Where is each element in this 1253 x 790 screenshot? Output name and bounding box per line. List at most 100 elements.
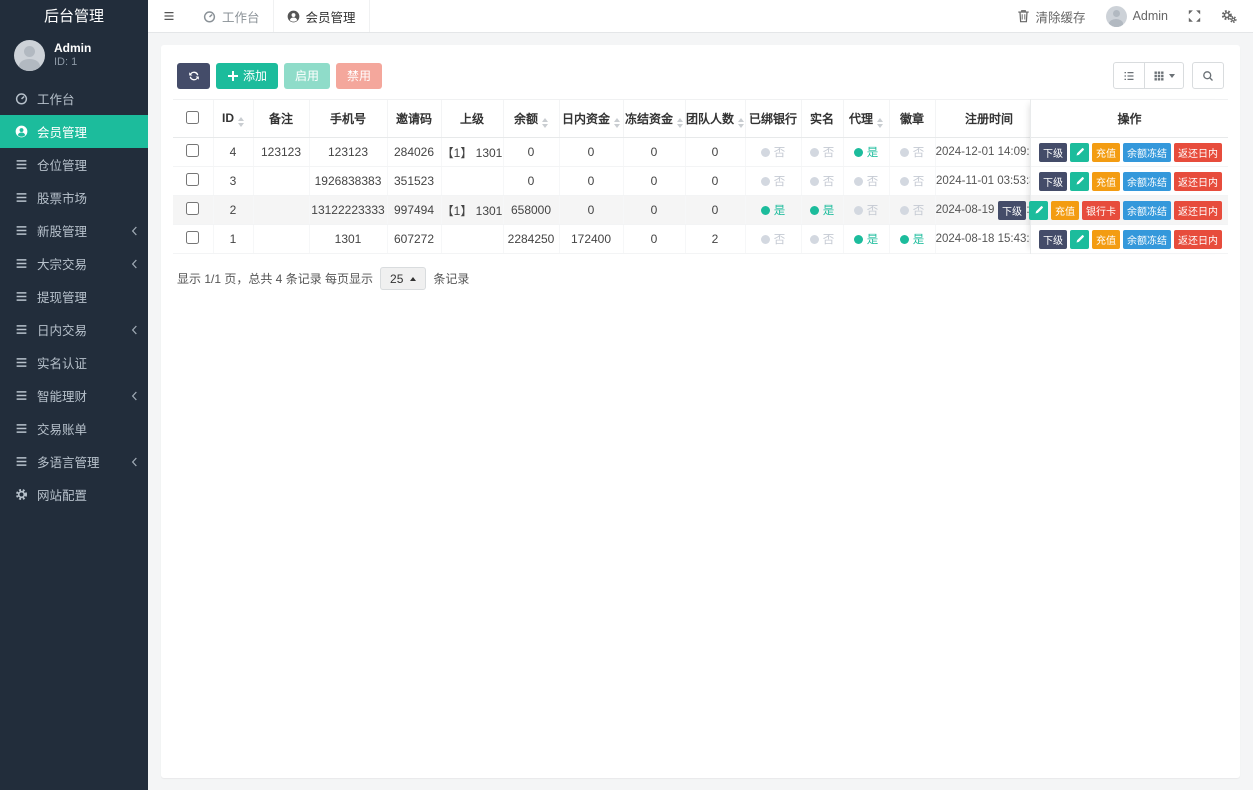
cell-intraday: 172400	[559, 225, 623, 254]
subordinate-button[interactable]: 下级	[1039, 230, 1067, 249]
sidebar-item-multilanguage[interactable]: 多语言管理	[0, 445, 148, 478]
sort-icon[interactable]	[877, 118, 883, 128]
columns-button[interactable]	[1144, 62, 1184, 89]
sort-icon[interactable]	[677, 118, 683, 128]
return-intraday-button[interactable]: 返还日内	[1174, 143, 1222, 162]
disable-button[interactable]: 禁用	[336, 63, 382, 89]
return-intraday-button[interactable]: 返还日内	[1174, 230, 1222, 249]
sidebar-item-stock-market[interactable]: 股票市场	[0, 181, 148, 214]
edit-button[interactable]	[1029, 201, 1048, 220]
sidebar-item-smart-finance[interactable]: 智能理财	[0, 379, 148, 412]
list-icon	[14, 356, 29, 370]
sort-icon[interactable]	[738, 118, 744, 128]
sidebar-item-trade-bills[interactable]: 交易账单	[0, 412, 148, 445]
refresh-button[interactable]	[177, 63, 210, 89]
header-intraday[interactable]: 日内资金	[559, 100, 623, 138]
tab-members[interactable]: 会员管理	[273, 0, 370, 32]
select-all-checkbox[interactable]	[186, 111, 199, 124]
cell-balance: 0	[503, 167, 559, 196]
cell-bank: 是	[745, 196, 801, 225]
recharge-button[interactable]: 充值	[1092, 172, 1120, 191]
cell-badge: 否	[889, 138, 935, 167]
freeze-balance-button[interactable]: 余额冻结	[1123, 201, 1171, 220]
subordinate-button[interactable]: 下级	[1039, 143, 1067, 162]
return-intraday-button[interactable]: 返还日内	[1174, 172, 1222, 191]
sidebar-item-withdrawals[interactable]: 提现管理	[0, 280, 148, 313]
freeze-balance-button[interactable]: 余额冻结	[1123, 172, 1171, 191]
row-checkbox[interactable]	[186, 202, 199, 215]
edit-button[interactable]	[1070, 143, 1089, 162]
sort-icon[interactable]	[238, 117, 244, 127]
sidebar-item-intraday[interactable]: 日内交易	[0, 313, 148, 346]
cell-id: 3	[213, 167, 253, 196]
recharge-button[interactable]: 充值	[1092, 230, 1120, 249]
cell-balance: 0	[503, 138, 559, 167]
freeze-balance-button[interactable]: 余额冻结	[1123, 143, 1171, 162]
header-agent[interactable]: 代理	[843, 100, 889, 138]
return-intraday-button[interactable]: 返还日内	[1174, 201, 1222, 220]
row-checkbox[interactable]	[186, 144, 199, 157]
cell-parent: 【1】 1301	[441, 196, 503, 225]
status-dot	[761, 206, 770, 215]
enable-button[interactable]: 启用	[284, 63, 330, 89]
header-frozen[interactable]: 冻结资金	[623, 100, 685, 138]
cell-time: 2024-08-19 21:30:38	[935, 196, 1043, 225]
subordinate-button[interactable]: 下级	[1039, 172, 1067, 191]
user-icon	[14, 125, 29, 139]
sidebar-item-new-shares[interactable]: 新股管理	[0, 214, 148, 247]
sort-icon[interactable]	[542, 118, 548, 128]
tab-label: 工作台	[222, 7, 260, 26]
add-button[interactable]: 添加	[216, 63, 278, 89]
freeze-balance-button[interactable]: 余额冻结	[1123, 230, 1171, 249]
sidebar-item-workbench[interactable]: 工作台	[0, 82, 148, 115]
tab-workbench[interactable]: 工作台	[190, 0, 273, 32]
fullscreen-icon[interactable]	[1188, 9, 1201, 23]
recharge-button[interactable]: 充值	[1051, 201, 1079, 220]
status-dot	[854, 235, 863, 244]
sort-icon[interactable]	[614, 118, 620, 128]
subordinate-button[interactable]: 下级	[998, 201, 1026, 220]
header-balance[interactable]: 余额	[503, 100, 559, 138]
cell-frozen: 0	[623, 225, 685, 254]
cell-phone: 123123	[309, 138, 387, 167]
chevron-left-icon	[131, 391, 138, 401]
sidebar-item-label: 多语言管理	[37, 452, 100, 471]
status-dot	[810, 148, 819, 157]
sidebar-item-label: 股票市场	[37, 188, 87, 207]
operations-row: 下级 充值 银行卡 余额冻结 返还日内	[1031, 196, 1228, 225]
clear-cache-button[interactable]: 清除缓存	[1017, 7, 1086, 26]
hamburger-icon[interactable]	[148, 0, 190, 32]
recharge-button[interactable]: 充值	[1092, 143, 1120, 162]
settings-cogs-icon[interactable]	[1221, 9, 1237, 23]
sidebar-menu: 工作台 会员管理 仓位管理 股票市场 新股管理 大宗交易	[0, 82, 148, 511]
sidebar-item-block-trade[interactable]: 大宗交易	[0, 247, 148, 280]
cell-agent: 是	[843, 138, 889, 167]
header-id[interactable]: ID	[213, 100, 253, 138]
cell-phone: 1301	[309, 225, 387, 254]
avatar	[14, 40, 45, 71]
search-button[interactable]	[1192, 62, 1224, 89]
sidebar-item-positions[interactable]: 仓位管理	[0, 148, 148, 181]
bank-card-button[interactable]: 银行卡	[1082, 201, 1120, 220]
page-size-select[interactable]: 25	[380, 267, 426, 290]
header-parent: 上级	[441, 100, 503, 138]
edit-button[interactable]	[1070, 172, 1089, 191]
row-checkbox[interactable]	[186, 173, 199, 186]
sidebar-item-members[interactable]: 会员管理	[0, 115, 148, 148]
row-checkbox[interactable]	[186, 231, 199, 244]
topbar: 工作台 会员管理 清除缓存 Admin	[148, 0, 1253, 33]
header-team[interactable]: 团队人数	[685, 100, 745, 138]
sidebar-item-site-config[interactable]: 网站配置	[0, 478, 148, 511]
edit-button[interactable]	[1070, 230, 1089, 249]
sidebar-item-kyc[interactable]: 实名认证	[0, 346, 148, 379]
sidebar-item-label: 提现管理	[37, 287, 87, 306]
user-menu[interactable]: Admin	[1106, 6, 1168, 27]
status-dot	[900, 177, 909, 186]
cell-badge: 是	[889, 225, 935, 254]
detail-view-button[interactable]	[1113, 62, 1145, 89]
pagination-summary: 显示 1/1 页，总共 4 条记录 每页显示	[177, 270, 373, 287]
tab-label: 会员管理	[306, 7, 356, 26]
cell-agent: 否	[843, 196, 889, 225]
operations-column: 操作 下级 充值 余额冻结 返还日内 下级 充值 余额冻结	[1030, 99, 1228, 254]
cell-invite: 351523	[387, 167, 441, 196]
